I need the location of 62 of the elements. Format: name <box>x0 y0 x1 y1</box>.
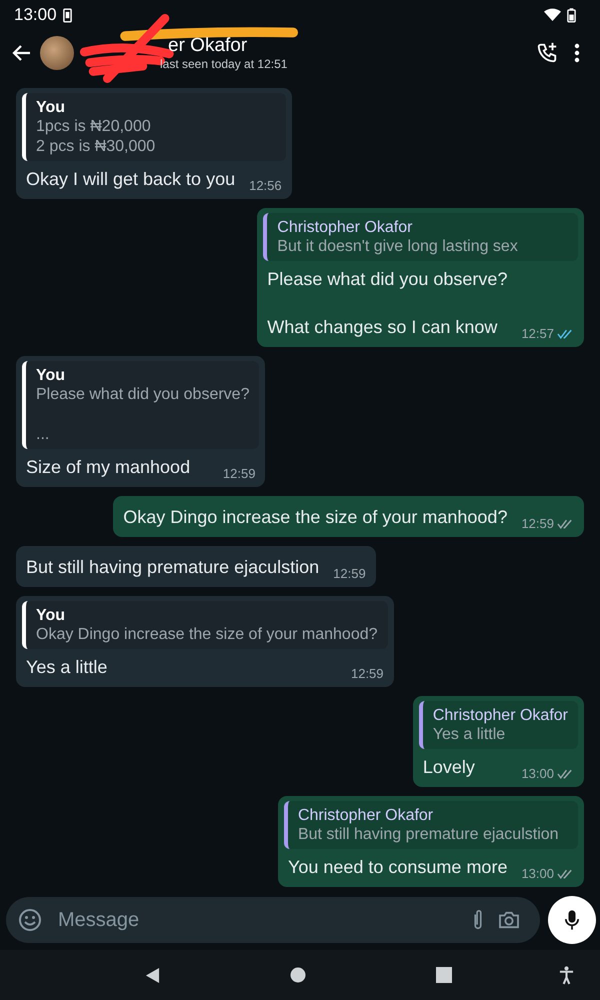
quote-text: Please what did you observe? ... <box>36 385 250 445</box>
quoted-message[interactable]: You Please what did you observe? ... <box>22 361 260 449</box>
quote-text: 1pcs is ₦20,000 2 pcs is ₦30,000 <box>36 117 156 157</box>
message-time: 12:59 <box>222 466 256 481</box>
status-time: 13:00 <box>14 5 57 25</box>
back-arrow-icon <box>12 43 32 63</box>
home-nav-icon[interactable] <box>290 967 306 983</box>
message-bubble[interactable]: Christopher Okafor But still having premature ejaculstion You need to consume more 13:00 <box>278 796 584 887</box>
quote-author: Christopher Okafor <box>432 707 568 725</box>
message-composer[interactable]: Message <box>6 897 540 943</box>
last-seen-text: last seen today at 12:51 <box>160 57 288 71</box>
more-icon <box>574 43 580 63</box>
quote-text: But it doesn't give long lasting sex <box>277 237 519 257</box>
contact-avatar[interactable] <box>40 36 74 70</box>
message-text: Okay I will get back to you <box>26 168 236 191</box>
quoted-message[interactable]: Christopher Okafor Yes a little <box>418 701 578 749</box>
message-bubble[interactable]: Christopher Okafor Yes a little Lovely 13:00 <box>412 696 584 787</box>
message-bubble[interactable]: Christopher Okafor But it doesn't give long lasting sex Please what did you observe? What changes so I can know 12:57 <box>257 208 584 347</box>
message-time: 12:59 <box>521 516 554 531</box>
paperclip-icon[interactable] <box>472 909 484 931</box>
accessibility-icon[interactable] <box>559 966 574 984</box>
phone-icon <box>62 8 72 22</box>
message-field[interactable]: Message <box>56 908 458 932</box>
message-time: 13:00 <box>521 866 554 881</box>
message-text: Please what did you observe? What changes so I can know <box>267 268 508 339</box>
contact-name[interactable]: er Okafor <box>168 35 288 57</box>
message-bubble[interactable]: But still having premature ejaculstion 12:59 <box>16 546 376 587</box>
message-time: 12:57 <box>521 326 554 341</box>
back-nav-icon[interactable] <box>145 966 160 984</box>
message-text: Okay Dingo increase the size of your manhood? <box>123 506 508 529</box>
quoted-message[interactable]: Christopher Okafor But it doesn't give long lasting sex <box>263 213 578 261</box>
quoted-message[interactable]: Christopher Okafor But still having premature ejaculstion <box>284 801 578 849</box>
message-bubble[interactable]: Okay Dingo increase the size of your manhood? 12:59 <box>113 496 584 537</box>
message-text: You need to consume more <box>288 856 508 879</box>
microphone-icon <box>565 909 579 931</box>
message-bubble[interactable]: You 1pcs is ₦20,000 2 pcs is ₦30,000 Okay I will get back to you 12:56 <box>16 88 292 199</box>
quote-text: Okay Dingo increase the size of your manhood? <box>36 625 378 645</box>
message-time: 12:56 <box>249 178 282 193</box>
phone-plus-icon <box>536 42 558 64</box>
message-time: 12:59 <box>350 666 384 681</box>
message-bubble[interactable]: You Please what did you observe? ... Size of my manhood 12:59 <box>16 356 266 487</box>
quote-author: You <box>36 607 66 625</box>
voice-message-button[interactable] <box>548 896 596 944</box>
emoji-icon <box>18 908 42 932</box>
quote-author: Christopher Okafor <box>298 807 434 825</box>
message-text: Lovely <box>422 756 476 779</box>
quote-text: But still having premature ejaculstion <box>298 825 560 845</box>
message-text: But still having premature ejaculstion <box>26 556 320 579</box>
quote-author: You <box>36 367 66 385</box>
message-text: Size of my manhood <box>26 456 192 479</box>
message-time: 13:00 <box>521 766 554 781</box>
wifi-icon <box>544 8 561 22</box>
message-time: 12:59 <box>333 566 366 581</box>
battery-icon <box>567 8 576 22</box>
quote-text: Yes a little <box>432 725 506 745</box>
camera-icon[interactable] <box>498 911 520 929</box>
quoted-message[interactable]: You Okay Dingo increase the size of your manhood? <box>22 601 388 649</box>
quoted-message[interactable]: You 1pcs is ₦20,000 2 pcs is ₦30,000 <box>22 93 286 161</box>
quote-author: You <box>36 99 66 117</box>
message-text: Yes a little <box>26 656 108 679</box>
message-bubble[interactable]: You Okay Dingo increase the size of your manhood? Yes a little 12:59 <box>16 596 394 687</box>
quote-author: Christopher Okafor <box>277 219 414 237</box>
